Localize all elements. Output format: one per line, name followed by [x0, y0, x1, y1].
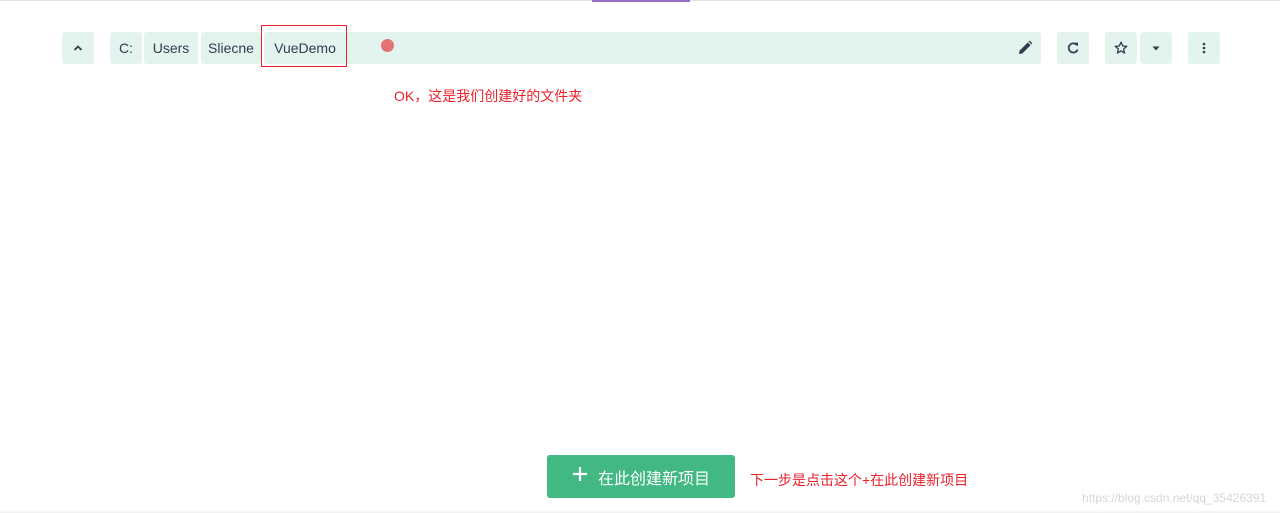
- folder-created-note: OK，这是我们创建好的文件夹: [394, 88, 583, 104]
- favorite-button[interactable]: [1105, 32, 1137, 64]
- refresh-button[interactable]: [1057, 32, 1089, 64]
- favorites-dropdown-button[interactable]: [1140, 32, 1172, 64]
- folder-up-button[interactable]: [62, 32, 94, 64]
- annotation-marker-dot: [381, 39, 394, 52]
- breadcrumb-user[interactable]: Sliecne: [201, 32, 261, 64]
- breadcrumb-label: Users: [152, 40, 190, 56]
- edit-path-button[interactable]: [1017, 40, 1033, 56]
- breadcrumb-label: Sliecne: [208, 40, 254, 56]
- top-accent-bar: [592, 0, 690, 2]
- more-options-button[interactable]: [1188, 32, 1220, 64]
- breadcrumb-label: C:: [119, 40, 133, 56]
- next-step-note: 下一步是点击这个+在此创建新项目: [750, 472, 969, 488]
- create-project-button[interactable]: 在此创建新项目: [547, 455, 735, 498]
- caret-down-icon: [1152, 46, 1160, 51]
- breadcrumb-current-folder[interactable]: VueDemo: [264, 32, 346, 64]
- star-icon: [1114, 41, 1128, 55]
- breadcrumb-label: VueDemo: [274, 40, 336, 56]
- watermark-url: https://blog.csdn.net/qq_35426391: [1082, 491, 1267, 505]
- plus-icon: [572, 466, 588, 487]
- path-input-area[interactable]: [346, 32, 1041, 64]
- breadcrumb-drive[interactable]: C:: [110, 32, 142, 64]
- pencil-icon: [1017, 40, 1033, 56]
- more-vertical-icon: [1202, 42, 1206, 54]
- breadcrumb-users[interactable]: Users: [144, 32, 198, 64]
- create-project-label: 在此创建新项目: [597, 470, 710, 488]
- chevron-up-icon: [73, 44, 83, 52]
- refresh-icon: [1066, 41, 1080, 55]
